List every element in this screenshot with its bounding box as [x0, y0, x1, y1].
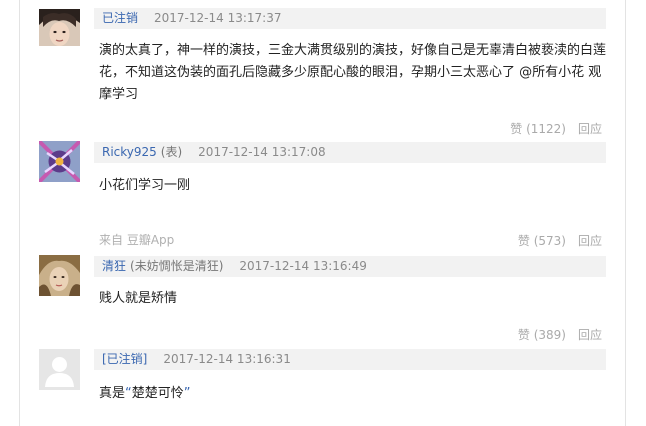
like-button[interactable]: 赞 (389) — [518, 326, 566, 343]
left-divider — [19, 0, 20, 426]
default-avatar-icon — [39, 349, 80, 390]
comment-flair: (未妨惆怅是清狂) — [130, 259, 224, 273]
avatar-illustration-icon — [39, 141, 80, 182]
comment-username[interactable]: [已注销] — [102, 349, 147, 370]
comment-text: 演的太真了，神一样的演技，三金大满贯级别的演技，好像自己是无辜清白被亵渎的白莲花… — [99, 43, 607, 102]
comment-text-prefix: 真是 — [99, 386, 126, 401]
right-divider — [625, 0, 626, 426]
reply-button[interactable]: 回应 — [578, 120, 602, 137]
comment-time: 2017-12-14 13:17:37 — [154, 11, 282, 25]
comment-quoted-text: 楚楚可怜 — [131, 386, 184, 401]
avatar-photo-icon — [39, 255, 80, 296]
comment-time: 2017-12-14 13:17:08 — [198, 145, 326, 159]
comment-username[interactable]: 清狂 — [102, 256, 126, 277]
comment-text: 小花们学习一刚 — [99, 178, 191, 193]
comment-actions: 赞 (389) 回应 — [402, 326, 602, 343]
comment-source: 来自 豆瓣App — [99, 233, 175, 247]
comment-time: 2017-12-14 13:16:31 — [163, 352, 291, 366]
comment-header: Ricky925 (表) 2017-12-14 13:17:08 — [94, 142, 606, 163]
comment-page: 已注销 2017-12-14 13:17:37 演的太真了，神一样的演技，三金大… — [0, 0, 646, 426]
comment-time: 2017-12-14 13:16:49 — [239, 259, 367, 273]
user-avatar[interactable] — [39, 141, 80, 182]
reply-button[interactable]: 回应 — [578, 326, 602, 343]
avatar-photo-icon — [39, 9, 80, 50]
comment-text: 贱人就是矫情 — [99, 291, 178, 306]
user-avatar[interactable] — [39, 349, 80, 390]
user-avatar[interactable] — [39, 9, 80, 50]
comment-header: 已注销 2017-12-14 13:17:37 — [94, 8, 606, 29]
like-button[interactable]: 赞 (1122) — [510, 120, 566, 137]
quote-close-mark: ” — [183, 386, 191, 401]
comment-username[interactable]: 已注销 — [102, 8, 138, 29]
like-button[interactable]: 赞 (573) — [518, 232, 566, 249]
reply-button[interactable]: 回应 — [578, 232, 602, 249]
comment-header: [已注销] 2017-12-14 13:16:31 — [94, 349, 606, 370]
comment-flair: (表) — [160, 145, 183, 159]
quote-open-mark: “ — [125, 386, 132, 401]
user-avatar[interactable] — [39, 255, 80, 296]
comment-text: 真是“楚楚可怜” — [99, 383, 611, 405]
comment-actions: 赞 (573) 回应 — [402, 232, 602, 249]
comment-header: 清狂 (未妨惆怅是清狂) 2017-12-14 13:16:49 — [94, 256, 606, 277]
comment-actions: 赞 (1122) 回应 — [402, 120, 602, 137]
comment-username[interactable]: Ricky925 — [102, 142, 157, 163]
